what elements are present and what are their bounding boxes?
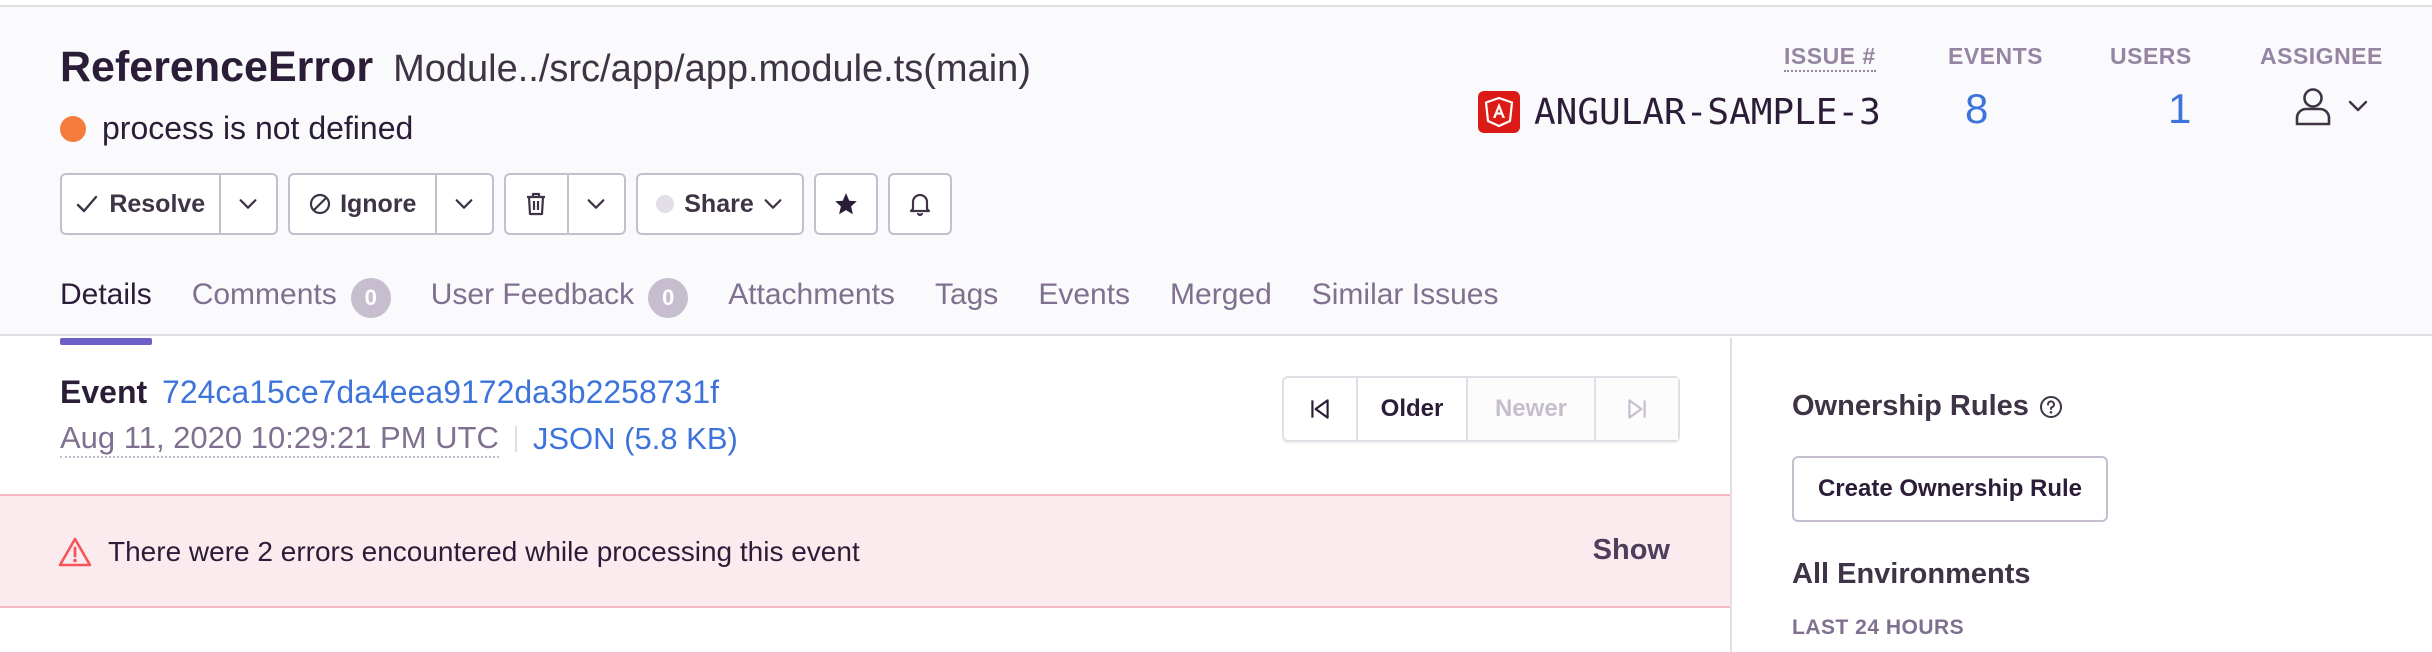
share-status-dot bbox=[656, 195, 675, 213]
chevron-down-icon bbox=[762, 193, 784, 215]
newest-event-button[interactable] bbox=[1594, 378, 1678, 440]
ownership-rules-heading: Ownership Rules bbox=[1792, 390, 2063, 423]
tab-events[interactable]: Events bbox=[1038, 265, 1130, 343]
check-icon bbox=[75, 192, 99, 216]
chevron-down-icon bbox=[237, 193, 259, 215]
events-label: EVENTS bbox=[1948, 43, 2044, 69]
resolve-button[interactable]: Resolve bbox=[62, 175, 219, 233]
chevron-down-icon bbox=[453, 193, 475, 215]
users-count[interactable]: 1 bbox=[2168, 85, 2191, 133]
trash-icon bbox=[524, 191, 548, 217]
events-count[interactable]: 8 bbox=[1965, 85, 1988, 133]
issue-stats: ISSUE # EVENTS 8 USERS 1 ASSIGNEE bbox=[0, 43, 2432, 143]
meta-separator bbox=[514, 426, 517, 452]
error-message: There were 2 errors encountered while pr… bbox=[108, 536, 860, 567]
subscribe-button[interactable] bbox=[888, 173, 952, 235]
ownership-rules-title: Ownership Rules bbox=[1792, 390, 2029, 422]
event-meta: Aug 11, 2020 10:29:21 PM UTC JSON (5.8 K… bbox=[60, 420, 738, 458]
tab-label: Tags bbox=[934, 278, 999, 311]
users-label: USERS bbox=[2110, 43, 2192, 69]
event-main: Event 724ca15ce7da4eea9172da3b2258731f A… bbox=[0, 338, 1732, 652]
json-link[interactable]: JSON (5.8 KB) bbox=[533, 421, 738, 457]
chevron-down-icon bbox=[585, 193, 607, 215]
event-pager: Older Newer bbox=[1282, 376, 1680, 442]
first-page-icon bbox=[1307, 396, 1333, 422]
star-icon bbox=[833, 191, 859, 217]
time-range-label: LAST 24 HOURS bbox=[1792, 616, 1965, 639]
last-page-icon bbox=[1624, 396, 1650, 422]
tab-user-feedback[interactable]: User Feedback 0 bbox=[430, 265, 689, 343]
angular-icon bbox=[1478, 91, 1520, 133]
newer-event-button[interactable]: Newer bbox=[1466, 378, 1594, 440]
tab-label: Similar Issues bbox=[1311, 278, 1499, 311]
tab-label: Attachments bbox=[728, 278, 895, 311]
resolve-button-group: Resolve bbox=[60, 173, 278, 235]
ignore-dropdown[interactable] bbox=[434, 175, 492, 233]
show-errors-button[interactable]: Show bbox=[1593, 534, 1670, 567]
project-badge[interactable]: ANGULAR-SAMPLE-3 bbox=[1478, 91, 1881, 133]
tab-details[interactable]: Details bbox=[60, 265, 152, 345]
project-short-id: ANGULAR-SAMPLE-3 bbox=[1534, 91, 1881, 133]
issue-tabs: Details Comments 0 User Feedback 0 Attachm… bbox=[60, 265, 1538, 345]
chevron-down-icon bbox=[2346, 94, 2370, 118]
tab-merged[interactable]: Merged bbox=[1170, 265, 1272, 343]
resolve-label: Resolve bbox=[109, 189, 206, 218]
ignore-button-group: Ignore bbox=[288, 173, 494, 235]
share-button[interactable]: Share bbox=[636, 173, 804, 235]
bell-icon bbox=[908, 191, 932, 217]
user-icon bbox=[2292, 85, 2334, 127]
older-event-button[interactable]: Older bbox=[1356, 378, 1466, 440]
processing-errors-banner: There were 2 errors encountered while pr… bbox=[0, 494, 1730, 608]
ignore-label: Ignore bbox=[340, 189, 417, 218]
ignore-icon bbox=[308, 192, 332, 216]
tab-tags[interactable]: Tags bbox=[935, 265, 998, 343]
help-icon[interactable] bbox=[2039, 395, 2063, 419]
tab-label: Merged bbox=[1170, 278, 1272, 311]
issue-number-label: ISSUE # bbox=[1784, 43, 1876, 72]
bookmark-button[interactable] bbox=[814, 173, 878, 235]
event-heading: Event 724ca15ce7da4eea9172da3b2258731f bbox=[60, 374, 719, 411]
delete-button[interactable] bbox=[506, 175, 567, 233]
event-id-link[interactable]: 724ca15ce7da4eea9172da3b2258731f bbox=[162, 374, 719, 410]
comments-count-badge: 0 bbox=[350, 278, 391, 318]
tab-label: Comments bbox=[191, 278, 337, 311]
tab-attachments[interactable]: Attachments bbox=[728, 265, 895, 343]
tab-similar-issues[interactable]: Similar Issues bbox=[1312, 265, 1499, 343]
newer-label: Newer bbox=[1494, 395, 1568, 422]
tab-comments[interactable]: Comments 0 bbox=[192, 265, 391, 343]
assignee-label: ASSIGNEE bbox=[2260, 43, 2383, 69]
feedback-count-badge: 0 bbox=[648, 278, 689, 318]
environments-heading: All Environments bbox=[1792, 558, 2031, 590]
issue-sidebar: Ownership Rules Create Ownership Rule Al… bbox=[1734, 338, 2432, 652]
event-label: Event bbox=[60, 374, 148, 410]
share-label: Share bbox=[684, 189, 754, 218]
assignee-selector[interactable] bbox=[2292, 85, 2370, 127]
event-date: Aug 11, 2020 10:29:21 PM UTC bbox=[60, 420, 499, 458]
delete-dropdown[interactable] bbox=[566, 175, 624, 233]
tab-label: Details bbox=[60, 278, 152, 311]
warning-icon bbox=[58, 536, 92, 573]
resolve-dropdown[interactable] bbox=[218, 175, 276, 233]
oldest-event-button[interactable] bbox=[1284, 378, 1356, 440]
older-label: Older bbox=[1380, 395, 1444, 422]
issue-header: ReferenceError Module../src/app/app.modu… bbox=[0, 7, 2432, 345]
issue-actions: Resolve Ignore Share bbox=[60, 173, 952, 235]
tab-label: User Feedback bbox=[430, 278, 635, 311]
delete-button-group bbox=[504, 173, 626, 235]
top-border bbox=[0, 0, 2432, 7]
tab-label: Events bbox=[1038, 278, 1131, 311]
ignore-button[interactable]: Ignore bbox=[290, 175, 435, 233]
create-ownership-rule-button[interactable]: Create Ownership Rule bbox=[1792, 456, 2108, 522]
